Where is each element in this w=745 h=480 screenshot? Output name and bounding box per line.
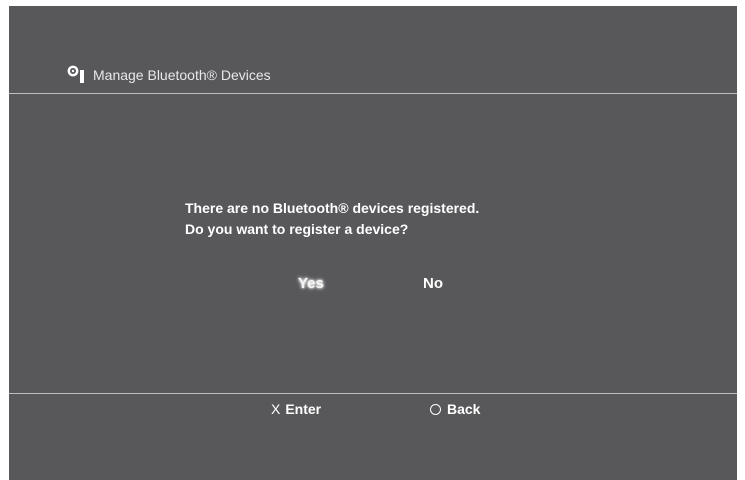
screen: Manage Bluetooth® Devices There are no B… <box>9 6 737 480</box>
bluetooth-settings-icon <box>67 65 84 83</box>
message-line-1: There are no Bluetooth® devices register… <box>185 200 480 216</box>
back-label: Back <box>447 401 481 417</box>
message-line-2: Do you want to register a device? <box>185 221 409 237</box>
cross-button-icon: X <box>271 401 281 417</box>
back-hint[interactable]: Back <box>430 401 480 417</box>
circle-icon <box>430 404 441 415</box>
enter-hint[interactable]: X Enter <box>271 401 321 417</box>
enter-label: Enter <box>285 401 322 417</box>
no-button[interactable]: No <box>419 273 447 294</box>
page-title: Manage Bluetooth® Devices <box>93 67 271 83</box>
dialog-message: There are no Bluetooth® devices register… <box>185 198 479 240</box>
header-divider <box>9 93 737 94</box>
yes-button[interactable]: Yes <box>294 273 328 294</box>
footer-divider <box>9 393 737 394</box>
header: Manage Bluetooth® Devices <box>9 6 737 94</box>
